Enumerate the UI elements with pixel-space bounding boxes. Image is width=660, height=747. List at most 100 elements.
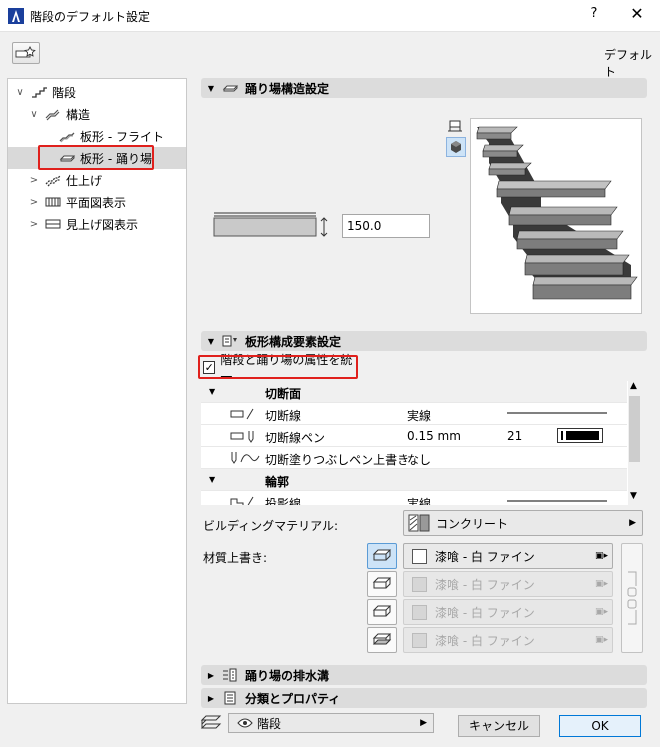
landing-thickness-input[interactable]: 150.0 [342,214,430,238]
drainage-icon [223,668,237,682]
material-override-bottom[interactable]: 漆喰 - 白 ファイン ▣▸ [403,627,613,653]
chain-link-icon [627,571,637,625]
tree-label: 見上げ図表示 [66,217,139,232]
flight-icon [59,132,75,143]
chevron-right-icon: ▶ [420,718,427,728]
material-swatch [412,576,427,592]
chevron-right-icon: ▶ [629,518,636,528]
3d-cube-icon [451,141,461,153]
tree-item-reflected-ceiling[interactable]: > 見上げ図表示 [8,213,186,235]
fill-pen-override-icon [231,452,260,464]
tree-item-stair[interactable]: ∨ 階段 [8,81,186,103]
layer-dropdown[interactable]: 階段 ▶ [228,713,434,733]
material-picker-icon: ▣▸ [594,607,608,617]
line-type-preview [507,412,607,414]
favorites-button[interactable] [12,42,40,64]
collapse-arrow-icon[interactable]: ▼ [203,84,219,93]
components-icon [222,335,237,347]
highlight-box [38,145,154,170]
stair-3d-preview [470,118,642,314]
edge-face-icon [372,605,392,617]
material-override-label: 材質上書き: [203,551,268,565]
scroll-thumb[interactable] [629,396,640,462]
link-materials-toggle[interactable] [621,543,643,653]
collapse-arrow-icon[interactable]: ▼ [203,337,219,346]
section-classification[interactable]: ▶ 分類とプロパティ [201,688,647,708]
tree-label: 平面図表示 [66,195,127,210]
plan-view-icon[interactable] [446,118,464,134]
group-row-cut-surface[interactable]: ▼ 切断面 [201,381,627,403]
section-title: 踊り場の排水溝 [245,668,330,683]
slab-thickness-diagram [213,212,328,237]
stair-preview-image [476,126,638,300]
material-swatch [412,632,427,648]
tree-label: 構造 [66,107,91,122]
top-surface-button[interactable] [367,543,397,569]
building-material-value: コンクリート [436,516,509,531]
tree-item-finish[interactable]: > 仕上げ [8,169,186,191]
chevron-down-icon[interactable]: ∨ [14,87,26,98]
section-slab-components[interactable]: ▼ 板形構成要素設定 [201,331,647,351]
material-override-top[interactable]: 漆喰 - 白 ファイン ▣▸ [403,543,613,569]
favorites-icon [15,45,36,58]
window-title: 階段のデフォルト設定 [30,10,151,24]
tree-label: 階段 [52,85,77,100]
collapse-arrow-icon[interactable]: ▼ [209,475,215,484]
help-button[interactable]: ? [586,6,602,24]
concrete-material-icon [408,514,430,532]
tree-item-structure[interactable]: ∨ 構造 [8,103,186,125]
group-row-outline[interactable]: ▼ 輪郭 [201,469,627,491]
material-picker-icon: ▣▸ [594,579,608,589]
component-property-list: ▼ 切断面 切断線 実線 切断線ペン 0.15 mm 21 切断塗りつぶしペン上… [201,381,641,505]
expand-arrow-icon[interactable]: ▶ [203,694,219,703]
material-swatch [412,548,427,564]
section-title: 分類とプロパティ [245,691,341,706]
material-picker-icon: ▣▸ [594,551,608,561]
bottom-face-icon [372,633,392,645]
table-row[interactable]: 切断線 実線 [201,403,627,425]
section-landing-structure[interactable]: ▼ 踊り場構造設定 [201,78,647,98]
expand-arrow-icon[interactable]: ▶ [203,671,219,680]
landing-icon [222,85,239,92]
collapse-arrow-icon[interactable]: ▼ [209,387,215,396]
bottom-surface-button[interactable] [367,627,397,653]
projection-line-icon [230,496,254,505]
edge-surface-button[interactable] [367,599,397,625]
section-landing-drainage[interactable]: ▶ 踊り場の排水溝 [201,665,647,685]
ok-button[interactable]: OK [559,715,641,737]
archicad-app-icon [8,8,24,24]
layer-value: 階段 [257,716,282,731]
table-row[interactable]: 投影線 実線 [201,491,627,505]
material-override-edge[interactable]: 漆喰 - 白 ファイン ▣▸ [403,599,613,625]
table-row[interactable]: 切断塗りつぶしペン上書き なし [201,447,627,469]
table-row[interactable]: 切断線ペン 0.15 mm 21 [201,425,627,447]
chevron-right-icon[interactable]: > [28,175,40,186]
chevron-down-icon[interactable]: ∨ [28,109,40,120]
top-face-icon [372,549,392,561]
side-face-icon [372,577,392,589]
material-swatch [412,604,427,620]
group-label: 切断面 [265,387,302,401]
cancel-button[interactable]: キャンセル [458,715,540,737]
material-picker-icon: ▣▸ [594,635,608,645]
chevron-right-icon[interactable]: > [28,197,40,208]
tree-label: 板形 - フライト [80,129,164,144]
side-surface-button[interactable] [367,571,397,597]
tree-item-floor-plan[interactable]: > 平面図表示 [8,191,186,213]
section-title: 板形構成要素設定 [245,334,342,349]
line-type-preview [507,500,607,502]
scroll-up-icon[interactable]: ▲ [630,381,637,391]
scroll-down-icon[interactable]: ▼ [630,491,637,501]
classification-icon [224,691,236,705]
ceiling-plan-icon [45,219,61,229]
pen-color-swatch[interactable] [557,428,603,443]
finish-icon [45,175,61,187]
highlight-box [198,355,358,379]
close-button[interactable]: ✕ [628,4,646,24]
cut-line-pen-icon [230,431,254,443]
material-override-side[interactable]: 漆喰 - 白 ファイン ▣▸ [403,571,613,597]
tree-item-flight-structure[interactable]: 板形 - フライト [8,125,186,147]
3d-view-button[interactable] [446,137,466,157]
building-material-dropdown[interactable]: コンクリート ▶ [403,510,643,536]
chevron-right-icon[interactable]: > [28,219,40,230]
